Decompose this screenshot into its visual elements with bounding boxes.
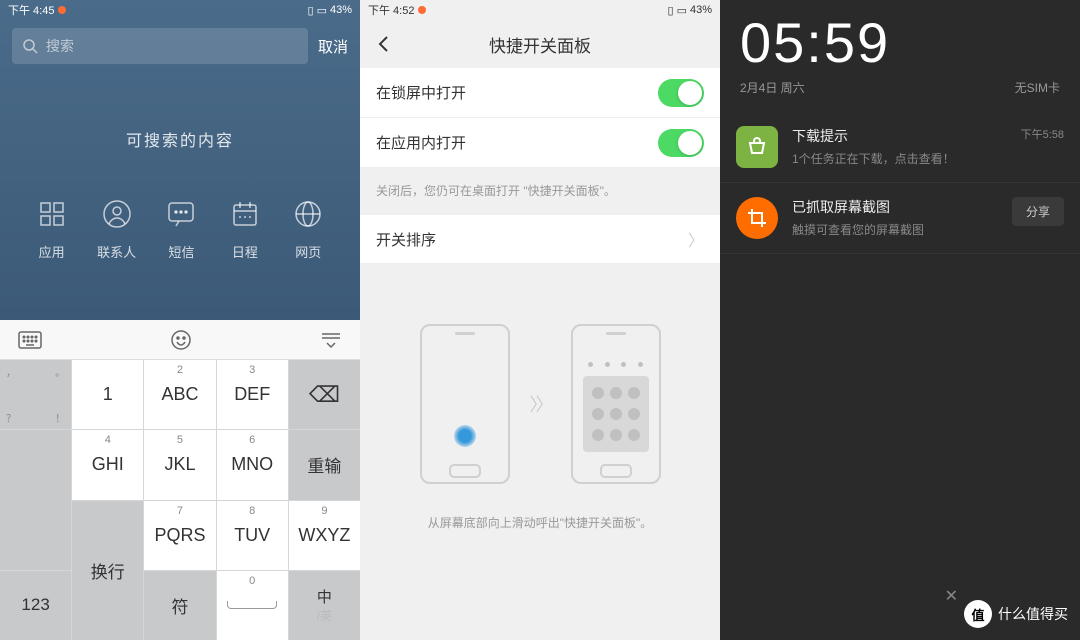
category-contacts[interactable]: 联系人 [97, 196, 136, 261]
apps-icon [34, 196, 70, 232]
label: 短信 [168, 242, 194, 261]
notification-title: 已抓取屏幕截图 [792, 197, 990, 217]
battery-pct: 43% [690, 4, 712, 16]
finger-icon [454, 425, 476, 447]
notification-dot-icon [58, 6, 66, 14]
label: 网页 [295, 242, 321, 261]
search-row: 搜索 取消 [0, 20, 360, 72]
sim-icon: ▯ [308, 4, 314, 17]
setting-label: 在锁屏中打开 [376, 82, 466, 103]
category-apps[interactable]: 应用 [34, 196, 70, 261]
key-space[interactable]: 0 [217, 571, 288, 640]
calendar-icon [227, 196, 263, 232]
clock: 05:59 [720, 0, 1080, 75]
key-language[interactable]: 中/英 [289, 571, 360, 640]
notification-screen: 05:59 2月4日 周六 无SIM卡 下载提示 1个任务正在下载，点击查看！ … [720, 0, 1080, 640]
setting-lockscreen[interactable]: 在锁屏中打开 [360, 68, 720, 118]
label: 日程 [232, 242, 258, 261]
notification-subtitle: 1个任务正在下载，点击查看！ [792, 150, 1007, 167]
battery-icon: ▭ [317, 4, 327, 17]
key-punctuation[interactable]: ，。？！ [0, 360, 71, 429]
key-jkl[interactable]: 5JKL [144, 430, 215, 499]
category-messages[interactable]: 短信 [163, 196, 199, 261]
date-text: 2月4日 周六 [740, 79, 805, 96]
collapse-icon[interactable] [320, 331, 342, 349]
settings-screen: 下午 4:52 ▯▭43% 快捷开关面板 在锁屏中打开 在应用内打开 关闭后，您… [360, 0, 720, 640]
illustration: 〉〉 [360, 324, 720, 484]
notification-download[interactable]: 下载提示 1个任务正在下载，点击查看！ 下午5:58 [720, 112, 1080, 183]
notification-dot-icon [418, 6, 426, 14]
key-delete[interactable]: ⌫ [289, 360, 360, 429]
search-screen: 下午 4:45 ▯▭43% 搜索 取消 可搜索的内容 应用 联系人 短信 日程 … [0, 0, 360, 640]
key-abc[interactable]: 2ABC [144, 360, 215, 429]
key-mno[interactable]: 6MNO [217, 430, 288, 499]
keyboard-icon[interactable] [18, 331, 42, 349]
phone-after-icon [571, 324, 661, 484]
header: 快捷开关面板 [360, 20, 720, 68]
cancel-button[interactable]: 取消 [318, 36, 348, 57]
category-row: 应用 联系人 短信 日程 网页 [0, 196, 360, 261]
share-button[interactable]: 分享 [1012, 197, 1064, 226]
date-row: 2月4日 周六 无SIM卡 [720, 75, 1080, 112]
battery-icon: ▭ [677, 4, 687, 17]
sim-status: 无SIM卡 [1015, 79, 1060, 96]
notification-time: 下午5:58 [1021, 126, 1064, 142]
messages-icon [163, 196, 199, 232]
search-input[interactable]: 搜索 [12, 28, 308, 64]
toggle-switch[interactable] [658, 79, 704, 107]
label: 联系人 [97, 242, 136, 261]
key-pqrs[interactable]: 7PQRS [144, 501, 215, 570]
watermark-text: 什么值得买 [998, 604, 1068, 624]
key-123[interactable]: 123 [0, 571, 71, 640]
notification-screenshot[interactable]: 已抓取屏幕截图 触摸可查看您的屏幕截图 分享 [720, 183, 1080, 254]
category-web[interactable]: 网页 [290, 196, 326, 261]
hint-text: 关闭后，您仍可在桌面打开 "快捷开关面板"。 [360, 168, 720, 214]
keyboard-toolbar [0, 320, 360, 360]
key-newline[interactable]: 换行 [72, 501, 143, 640]
status-time: 下午 4:45 [8, 2, 54, 18]
watermark: 值 什么值得买 [964, 600, 1068, 628]
setting-label: 开关排序 [376, 229, 436, 250]
sim-icon: ▯ [668, 4, 674, 17]
key-candidates[interactable] [0, 430, 71, 570]
setting-label: 在应用内打开 [376, 132, 466, 153]
keyboard: ，。？！ 1 2ABC 3DEF ⌫ 4GHI 5JKL 6MNO 重输 7PQ… [0, 360, 360, 640]
battery-pct: 43% [330, 4, 352, 16]
toggle-switch[interactable] [658, 129, 704, 157]
phone-before-icon [420, 324, 510, 484]
key-wxyz[interactable]: 9WXYZ [289, 501, 360, 570]
status-time: 下午 4:52 [368, 2, 414, 18]
status-bar: 下午 4:45 ▯▭43% [0, 0, 360, 20]
chevron-right-icon: 〉 [688, 227, 704, 251]
setting-order[interactable]: 开关排序 〉 [360, 214, 720, 264]
web-icon [290, 196, 326, 232]
download-app-icon [736, 126, 778, 168]
key-symbol[interactable]: 符 [144, 571, 215, 640]
notification-title: 下载提示 [792, 126, 1007, 146]
screenshot-icon [736, 197, 778, 239]
search-placeholder: 搜索 [46, 36, 74, 56]
key-ghi[interactable]: 4GHI [72, 430, 143, 499]
close-icon[interactable]: ✕ [945, 586, 958, 606]
page-title: 快捷开关面板 [489, 32, 591, 57]
key-retype[interactable]: 重输 [289, 430, 360, 499]
back-icon[interactable] [372, 32, 396, 56]
section-heading: 可搜索的内容 [0, 127, 360, 151]
key-tuv[interactable]: 8TUV [217, 501, 288, 570]
label: 应用 [39, 242, 65, 261]
notification-subtitle: 触摸可查看您的屏幕截图 [792, 221, 990, 238]
watermark-badge-icon: 值 [964, 600, 992, 628]
contacts-icon [99, 196, 135, 232]
category-calendar[interactable]: 日程 [227, 196, 263, 261]
setting-inapp[interactable]: 在应用内打开 [360, 118, 720, 168]
double-arrow-icon: 〉〉 [530, 391, 551, 417]
search-icon [22, 38, 38, 54]
illustration-caption: 从屏幕底部向上滑动呼出"快捷开关面板"。 [360, 514, 720, 531]
key-1[interactable]: 1 [72, 360, 143, 429]
status-bar: 下午 4:52 ▯▭43% [360, 0, 720, 20]
emoji-icon[interactable] [170, 329, 192, 351]
key-def[interactable]: 3DEF [217, 360, 288, 429]
